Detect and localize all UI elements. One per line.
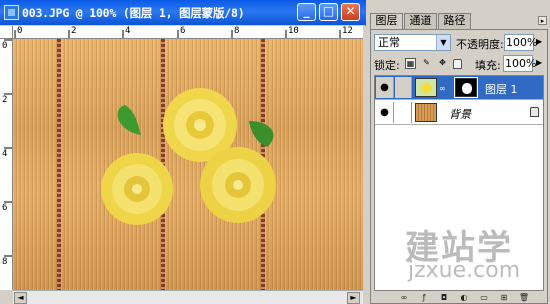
- trash-icon[interactable]: 🗑: [518, 293, 530, 303]
- ruler-label: 0: [17, 26, 23, 36]
- watermark-url: jzxue.com: [408, 258, 521, 283]
- eye-icon[interactable]: ●: [376, 102, 394, 123]
- blend-mode-select[interactable]: 正常 ▼: [374, 34, 451, 51]
- tab-channels[interactable]: 通道: [404, 13, 437, 29]
- new-group-icon[interactable]: ▭: [478, 293, 490, 303]
- adjustment-layer-icon[interactable]: ◐: [458, 293, 470, 303]
- chevron-down-icon[interactable]: ▼: [436, 35, 450, 50]
- maximize-button[interactable]: □: [319, 3, 338, 21]
- tab-layers[interactable]: 图层: [370, 13, 403, 30]
- lock-position-icon[interactable]: ✥: [437, 58, 448, 69]
- ruler-label: 6: [180, 26, 186, 36]
- scroll-left-button[interactable]: ◄: [14, 292, 27, 304]
- lock-all-icon[interactable]: [453, 59, 462, 69]
- layer-thumbnail[interactable]: [415, 78, 437, 97]
- document-icon: [4, 5, 19, 20]
- layer-row[interactable]: ● 背景: [375, 101, 543, 125]
- fill-slider-arrow-icon[interactable]: ▶: [536, 58, 542, 67]
- opacity-slider-arrow-icon[interactable]: ▶: [536, 37, 542, 46]
- lock-icon: [530, 107, 539, 117]
- layer-mask-thumbnail[interactable]: [454, 77, 478, 98]
- lock-row: 锁定: ▦ ✎ ✥ 填充: 100% ▶: [374, 55, 550, 72]
- close-button[interactable]: ✕: [341, 3, 360, 21]
- horizontal-scrollbar[interactable]: ◄ ►: [13, 290, 363, 304]
- opacity-label: 不透明度:: [456, 38, 504, 51]
- opacity-input[interactable]: 100%: [504, 34, 537, 51]
- layer-mask-link-cell[interactable]: [395, 77, 412, 98]
- lock-image-pixels-icon[interactable]: ✎: [421, 58, 432, 69]
- ruler-label: 8: [2, 257, 8, 267]
- ruler-ticks: [14, 30, 341, 38]
- eye-icon[interactable]: ●: [376, 77, 394, 98]
- chain-icon[interactable]: ∞: [439, 84, 446, 93]
- ruler-label: 2: [71, 26, 77, 36]
- ruler-label: 4: [2, 149, 8, 159]
- minimize-button[interactable]: _: [297, 3, 316, 21]
- ruler-ticks: [4, 39, 12, 257]
- layer-style-icon[interactable]: ƒ: [418, 293, 430, 303]
- ruler-label: 4: [125, 26, 131, 36]
- ruler-origin[interactable]: [0, 26, 13, 39]
- palette-footer-buttons: ∞ ƒ ◘ ◐ ▭ ⊞ 🗑: [374, 293, 544, 303]
- image-canvas[interactable]: [13, 39, 363, 290]
- ruler-label: 0: [2, 41, 8, 51]
- fill-input[interactable]: 100%: [503, 55, 536, 72]
- layer-name[interactable]: 背景: [449, 106, 471, 122]
- new-layer-icon[interactable]: ⊞: [498, 293, 510, 303]
- scroll-right-button[interactable]: ►: [347, 292, 360, 304]
- ruler-label: 2: [2, 95, 8, 105]
- layer-row[interactable]: ● ∞ 图层 1: [375, 76, 543, 100]
- link-layers-icon[interactable]: ∞: [398, 293, 410, 303]
- horizontal-ruler[interactable]: 0 2 4 6 8 10 12: [13, 26, 363, 39]
- rose-bouquet-image: [101, 88, 276, 225]
- layer-link-cell[interactable]: [395, 102, 412, 123]
- fill-label: 填充:: [475, 59, 501, 72]
- window-edge: [363, 26, 366, 304]
- blend-mode-value: 正常: [378, 36, 400, 49]
- lock-label: 锁定:: [374, 59, 400, 72]
- document-title: 003.JPG @ 100% (图层 1, 图层蒙版/8): [22, 6, 245, 20]
- document-titlebar[interactable]: 003.JPG @ 100% (图层 1, 图层蒙版/8) _ □ ✕: [0, 0, 366, 25]
- lock-transparency-icon[interactable]: ▦: [405, 58, 416, 69]
- tab-paths[interactable]: 路径: [438, 13, 471, 29]
- status-corner: [0, 290, 13, 304]
- ruler-label: 10: [288, 26, 299, 36]
- ruler-label: 6: [2, 203, 8, 213]
- add-mask-icon[interactable]: ◘: [438, 293, 450, 303]
- layer-name[interactable]: 图层 1: [485, 81, 518, 97]
- palette-menu-button[interactable]: ▸: [538, 16, 547, 25]
- ruler-label: 12: [342, 26, 353, 36]
- document-window: 003.JPG @ 100% (图层 1, 图层蒙版/8) _ □ ✕ 0 2 …: [0, 0, 366, 304]
- layer-thumbnail[interactable]: [415, 103, 437, 122]
- ruler-label: 8: [234, 26, 240, 36]
- vertical-ruler[interactable]: 0 2 4 6 8: [0, 39, 13, 290]
